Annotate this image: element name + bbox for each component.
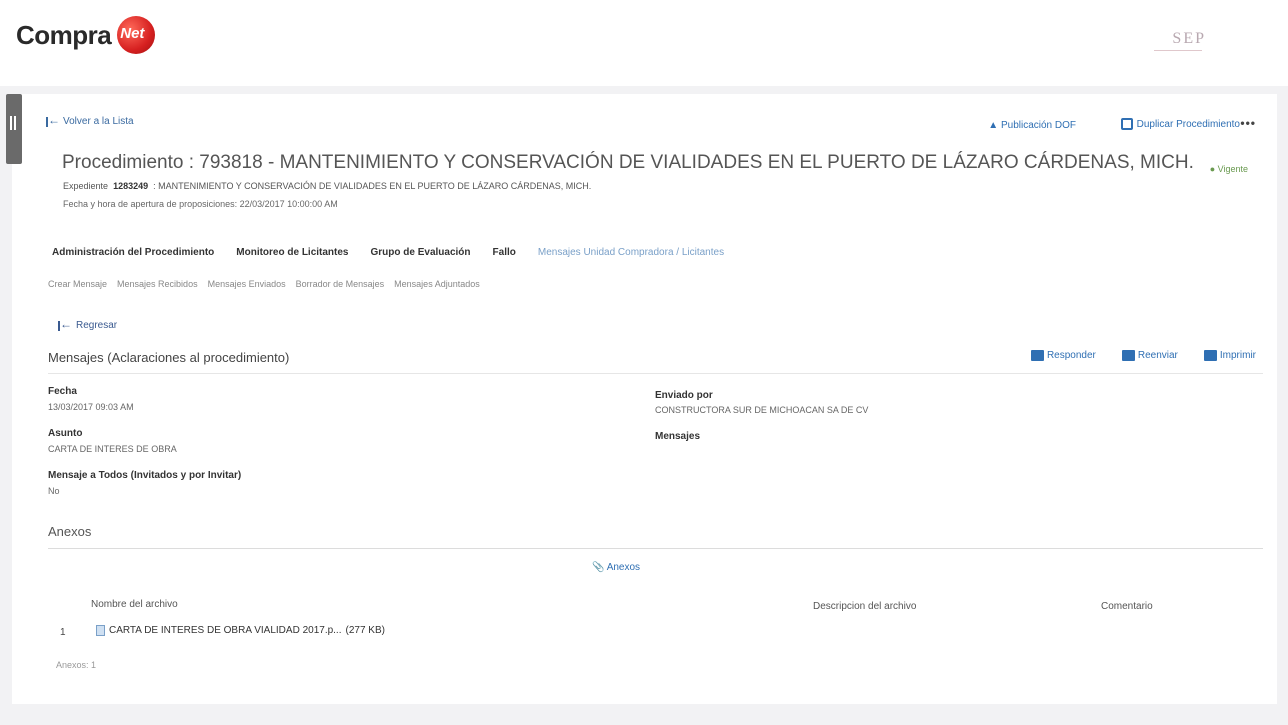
tab-fallo[interactable]: Fallo xyxy=(493,247,516,258)
col-comentario: Comentario xyxy=(1101,601,1153,612)
divider xyxy=(48,548,1263,549)
mensajes-label: Mensajes xyxy=(655,431,701,442)
tab-grupo-evaluacion[interactable]: Grupo de Evaluación xyxy=(371,247,471,258)
todos-value: No xyxy=(48,486,60,496)
expediente-line: Expediente 1283249 : MANTENIMIENTO Y CON… xyxy=(63,181,592,191)
annexes-title: Anexos xyxy=(48,524,92,539)
reply-button[interactable]: Responder xyxy=(1030,350,1096,361)
logo-text: Compra xyxy=(16,19,112,50)
sep-logo-underline xyxy=(1154,50,1202,51)
duplicate-icon xyxy=(1120,118,1133,130)
subtab-crear-mensaje[interactable]: Crear Mensaje xyxy=(48,279,107,289)
expediente-number: 1283249 xyxy=(113,181,149,191)
divider xyxy=(48,373,1263,374)
forward-mail-icon xyxy=(1121,350,1135,361)
file-icon xyxy=(96,625,105,636)
sidebar-toggle[interactable] xyxy=(6,94,22,164)
fecha-apertura: Fecha y hora de apertura de proposicione… xyxy=(63,199,338,209)
fecha-label: Fecha xyxy=(48,386,77,397)
file-size: (277 KB) xyxy=(345,625,385,636)
regresar-link[interactable]: Regresar xyxy=(58,317,117,331)
annex-count: Anexos: 1 xyxy=(56,660,97,670)
procedure-title: Procedimiento : 793818 - MANTENIMIENTO Y… xyxy=(62,152,1194,173)
enviado-value: CONSTRUCTORA SUR DE MICHOACAN SA DE CV xyxy=(655,405,869,415)
envelope-icon xyxy=(1030,350,1044,361)
top-bar: Compra Net SEP xyxy=(0,0,1288,86)
row-number: 1 xyxy=(60,627,66,638)
file-link[interactable]: CARTA DE INTERES DE OBRA VIALIDAD 2017.p… xyxy=(96,625,385,636)
main-tabs: Administración del Procedimiento Monitor… xyxy=(52,247,746,258)
pause-icon xyxy=(10,116,12,130)
asunto-value: CARTA DE INTERES DE OBRA xyxy=(48,444,177,454)
paperclip-icon: 📎 xyxy=(592,562,605,573)
printer-icon xyxy=(1203,350,1217,361)
sep-logo: SEP xyxy=(1172,30,1206,47)
back-to-list-link[interactable]: Volver a la Lista xyxy=(46,113,134,127)
subtab-recibidos[interactable]: Mensajes Recibidos xyxy=(117,279,198,289)
subtab-enviados[interactable]: Mensajes Enviados xyxy=(208,279,286,289)
print-button[interactable]: Imprimir xyxy=(1203,350,1256,361)
forward-button[interactable]: Reenviar xyxy=(1121,350,1178,361)
tab-monitoreo[interactable]: Monitoreo de Licitantes xyxy=(236,247,348,258)
more-options-button[interactable]: ••• xyxy=(1240,116,1256,130)
back-arrow-icon xyxy=(58,317,72,331)
annexes-link[interactable]: 📎 Anexos xyxy=(592,562,640,573)
compranet-logo[interactable]: Compra Net xyxy=(16,14,161,56)
message-section-title: Mensajes (Aclaraciones al procedimiento) xyxy=(48,350,290,365)
publicacion-dof-link[interactable]: ▲ Publicación DOF xyxy=(988,120,1076,131)
globe-icon: Net xyxy=(113,14,161,56)
fecha-value: 13/03/2017 09:03 AM xyxy=(48,402,134,412)
col-nombre: Nombre del archivo xyxy=(91,599,178,610)
asunto-label: Asunto xyxy=(48,428,83,439)
status-badge: ● Vigente xyxy=(1209,164,1248,174)
subtab-borrador[interactable]: Borrador de Mensajes xyxy=(296,279,385,289)
back-arrow-icon xyxy=(46,113,60,127)
duplicar-procedimiento-link[interactable]: Duplicar Procedimiento xyxy=(1120,118,1240,130)
tab-mensajes[interactable]: Mensajes Unidad Compradora / Licitantes xyxy=(538,247,724,258)
col-descripcion: Descripcion del archivo xyxy=(813,601,917,612)
message-actions: Responder Reenviar Imprimir xyxy=(1030,350,1256,361)
todos-label: Mensaje a Todos (Invitados y por Invitar… xyxy=(48,470,242,481)
message-subtabs: Crear Mensaje Mensajes Recibidos Mensaje… xyxy=(48,279,490,289)
subtab-adjuntados[interactable]: Mensajes Adjuntados xyxy=(394,279,480,289)
tab-administracion[interactable]: Administración del Procedimiento xyxy=(52,247,214,258)
back-to-list-label: Volver a la Lista xyxy=(63,116,134,127)
person-icon: ▲ xyxy=(988,120,999,131)
enviado-label: Enviado por xyxy=(655,390,713,401)
